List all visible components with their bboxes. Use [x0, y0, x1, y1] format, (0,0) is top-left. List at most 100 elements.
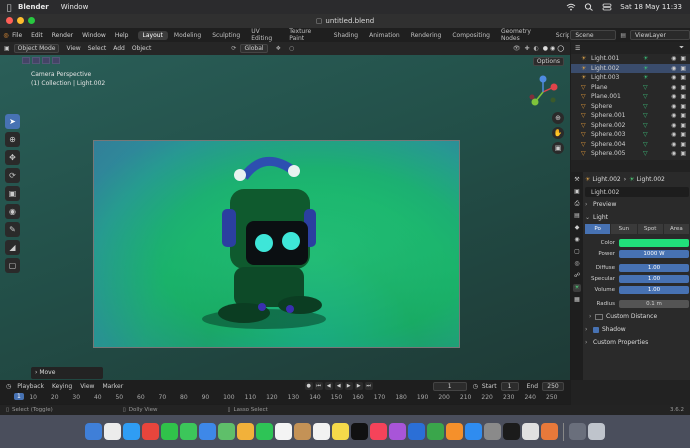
menu-window[interactable]: Window — [82, 32, 106, 39]
select-tool-icon[interactable]: ➤ — [5, 114, 20, 129]
tab-layout[interactable]: Layout — [137, 30, 168, 40]
visibility-eye-icon[interactable]: ◉ — [671, 65, 676, 72]
terminal-icon[interactable] — [503, 423, 520, 440]
object-mode-dropdown[interactable]: Object Mode — [13, 44, 60, 53]
type-spot-button[interactable]: Spot — [637, 224, 663, 234]
tab-animation[interactable]: Animation — [364, 31, 405, 40]
measure-tool-icon[interactable]: ◢ — [5, 240, 20, 255]
visibility-eye-icon[interactable]: ◉ — [671, 112, 676, 119]
light-data-icon[interactable]: ☀ — [643, 74, 648, 81]
menu-render[interactable]: Render — [52, 32, 73, 39]
calendar-icon[interactable] — [275, 423, 292, 440]
outliner-item[interactable]: ▽ Sphere ▽ ◉ ▣ — [571, 102, 690, 112]
select-mode-extend-icon[interactable] — [32, 57, 40, 64]
mail-icon[interactable] — [199, 423, 216, 440]
menu-datetime[interactable]: Sat 18 May 11:33 — [620, 3, 682, 11]
menu-edit[interactable]: Edit — [31, 32, 43, 39]
record-icon[interactable]: ● — [304, 382, 313, 390]
render-camera-icon[interactable]: ▣ — [680, 150, 686, 157]
gizmo-toggle-icon[interactable]: ✚ — [525, 45, 530, 52]
render-camera-icon[interactable]: ▣ — [680, 55, 686, 62]
trash-icon[interactable] — [588, 423, 605, 440]
outliner-item[interactable]: ▽ Sphere.002 ▽ ◉ ▣ — [571, 121, 690, 131]
menu-select[interactable]: Select — [88, 45, 107, 52]
visibility-eye-icon[interactable]: ◉ — [671, 141, 676, 148]
script-editor-icon[interactable] — [522, 423, 539, 440]
physics-tab-icon[interactable]: ◎ — [573, 260, 581, 268]
cursor-tool-icon[interactable]: ⊕ — [5, 132, 20, 147]
outliner-filter-icon[interactable]: ⏷ — [679, 44, 684, 52]
scene-tab-icon[interactable]: ◆ — [573, 224, 581, 232]
light-name-field[interactable]: Light.002 — [585, 187, 689, 197]
custom-distance-checkbox[interactable] — [595, 313, 603, 320]
numbers-icon[interactable] — [427, 423, 444, 440]
maps-icon[interactable] — [218, 423, 235, 440]
visibility-eye-icon[interactable]: ◉ — [671, 131, 676, 138]
texture-tab-icon[interactable]: ▦ — [573, 296, 581, 304]
rotate-tool-icon[interactable]: ⟳ — [5, 168, 20, 183]
messages-icon[interactable] — [180, 423, 197, 440]
menu-keying[interactable]: Keying — [52, 383, 72, 390]
tool-tab-icon[interactable]: ⚒ — [573, 176, 581, 184]
tab-scripting[interactable]: Script — [551, 31, 570, 40]
outliner-item[interactable]: ▽ Sphere.003 ▽ ◉ ▣ — [571, 130, 690, 140]
tab-shading[interactable]: Shading — [329, 31, 363, 40]
menu-file[interactable]: File — [12, 32, 22, 39]
reminders-icon[interactable] — [313, 423, 330, 440]
play-reverse-icon[interactable]: ◀ — [334, 382, 343, 390]
light-data-icon[interactable]: ☀ — [643, 65, 648, 72]
visibility-eye-icon[interactable]: ◉ — [671, 93, 676, 100]
tab-sculpting[interactable]: Sculpting — [207, 31, 245, 40]
visibility-icon[interactable]: 👁 — [513, 45, 521, 52]
app-store-icon[interactable] — [465, 423, 482, 440]
options-dropdown[interactable]: Options — [532, 57, 564, 66]
properties-editor[interactable]: ⚒ ▣ ⎙ ▤ ◆ ◉ ▢ ◎ ☍ ☀ ▦ ☀ Light.002 › ☀ Li… — [571, 160, 690, 380]
light-data-tab-icon[interactable]: ☀ — [573, 284, 581, 292]
facetime-icon[interactable] — [256, 423, 273, 440]
section-light[interactable]: ⌄ Light — [585, 212, 689, 223]
auto-keying-icon[interactable]: ◷ — [473, 383, 478, 390]
section-shadow[interactable]: › Shadow — [585, 324, 689, 335]
minimize-window-button[interactable] — [17, 17, 24, 24]
render-camera-icon[interactable]: ▣ — [680, 65, 686, 72]
3d-viewport[interactable]: ▣ Object Mode View Select Add Object ⟳ G… — [0, 42, 570, 380]
menu-timeline-view[interactable]: View — [80, 383, 94, 390]
editor-type-icon[interactable]: ▣ — [4, 45, 10, 52]
prev-key-icon[interactable]: ◀ — [324, 382, 333, 390]
camera-view-icon[interactable]: ▣ — [552, 142, 564, 154]
visibility-eye-icon[interactable]: ◉ — [671, 74, 676, 81]
navigation-gizmo[interactable] — [526, 75, 560, 109]
mesh-data-icon[interactable]: ▽ — [643, 122, 648, 129]
keynote-icon[interactable] — [408, 423, 425, 440]
wifi-icon[interactable] — [566, 3, 576, 11]
menu-add[interactable]: Add — [113, 45, 125, 52]
pages-icon[interactable] — [446, 423, 463, 440]
select-mode-subtract-icon[interactable] — [42, 57, 50, 64]
search-icon[interactable] — [584, 3, 594, 11]
downloads-stack-icon[interactable] — [569, 423, 586, 440]
transform-tool-icon[interactable]: ◉ — [5, 204, 20, 219]
power-field[interactable]: 1000 W — [619, 250, 689, 258]
snap-icon[interactable]: ❖ — [276, 45, 281, 52]
music-icon[interactable] — [370, 423, 387, 440]
apple-icon[interactable]:  — [0, 3, 18, 12]
mesh-data-icon[interactable]: ▽ — [643, 141, 648, 148]
select-mode-invert-icon[interactable] — [52, 57, 60, 64]
tab-geometry-nodes[interactable]: Geometry Nodes — [496, 27, 550, 43]
end-frame-field[interactable]: 250 — [542, 381, 564, 391]
light-color-swatch[interactable] — [619, 239, 689, 247]
tab-compositing[interactable]: Compositing — [447, 31, 495, 40]
type-area-button[interactable]: Area — [663, 224, 689, 234]
safari-icon[interactable] — [123, 423, 140, 440]
menu-object[interactable]: Object — [132, 45, 152, 52]
apple-tv-icon[interactable] — [351, 423, 368, 440]
radius-field[interactable]: 0.1 m — [619, 300, 689, 308]
blender-logo-icon[interactable]: ◎ — [0, 32, 12, 39]
specular-field[interactable]: 1.00 — [619, 275, 689, 283]
zoom-window-button[interactable] — [28, 17, 35, 24]
mesh-data-icon[interactable]: ▽ — [643, 112, 648, 119]
close-window-button[interactable] — [6, 17, 13, 24]
tab-rendering[interactable]: Rendering — [406, 31, 447, 40]
section-custom-distance[interactable]: › Custom Distance — [585, 311, 689, 322]
outliner-item[interactable]: ▽ Sphere.005 ▽ ◉ ▣ — [571, 149, 690, 159]
